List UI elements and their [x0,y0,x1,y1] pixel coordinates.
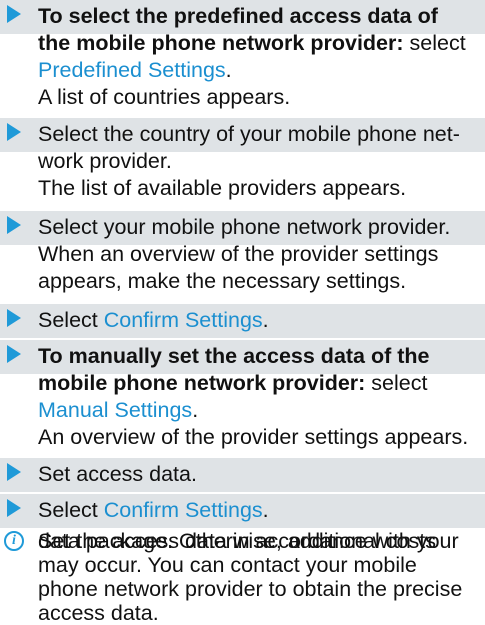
step-result: An overview of the provider settings app… [38,425,469,449]
step-select-country: Select the country of your mobile phone … [0,118,485,152]
note-line: data package. Otherwise, additional cost… [38,529,436,553]
info-icon: i [4,531,24,551]
step-link-line: Manual Settings. [38,398,199,422]
step-confirm-settings-2: Select Confirm Settings. [0,494,485,528]
step-arrow-icon [7,123,21,141]
step-heading-continued: mobile phone network provider: select [38,371,428,395]
step-result: A list of countries appears. [38,85,291,109]
step-arrow-icon [7,463,21,481]
step-select-predefined: To select the predefined access data of [0,0,485,34]
manual-settings-link[interactable]: Manual Settings [38,398,192,422]
step-arrow-icon [7,345,21,363]
step-text-continued: When an overview of the provider setting… [38,242,439,266]
confirm-settings-link[interactable]: Confirm Settings [104,498,263,522]
step-arrow-icon [7,216,21,234]
step-select-provider: Select your mobile phone network provide… [0,211,485,245]
confirm-settings-link[interactable]: Confirm Settings [104,308,263,332]
step-set-access-data: Set access data. [0,458,485,492]
step-text: Select Confirm Settings. [38,308,269,332]
step-heading-continued: the mobile phone network provider: selec… [38,31,466,55]
step-result: The list of available providers appears. [38,176,407,200]
step-text: Select your mobile phone network provide… [38,215,451,239]
step-arrow-icon [7,499,21,517]
step-confirm-settings: Select Confirm Settings. [0,304,485,338]
step-text: Set access data. [38,462,197,486]
note-line: phone network provider to obtain the pre… [38,577,463,601]
instruction-document: To select the predefined access data of … [0,0,485,625]
step-text: Select Confirm Settings. [38,498,269,522]
step-text-continued: appears, make the necessary settings. [38,269,407,293]
step-heading: To select the predefined access data of [38,4,438,28]
step-arrow-icon [7,309,21,327]
step-text: Select the country of your mobile phone … [38,122,460,146]
step-text-continued: work provider. [38,149,172,173]
predefined-settings-link[interactable]: Predefined Settings [38,58,226,82]
step-link-line: Predefined Settings. [38,58,232,82]
step-arrow-icon [7,5,21,23]
step-manual-settings: To manually set the access data of the [0,340,485,374]
step-heading: To manually set the access data of the [38,344,430,368]
note-line: access data. [38,601,159,625]
note-line: may occur. You can contact your mobile [38,553,417,577]
